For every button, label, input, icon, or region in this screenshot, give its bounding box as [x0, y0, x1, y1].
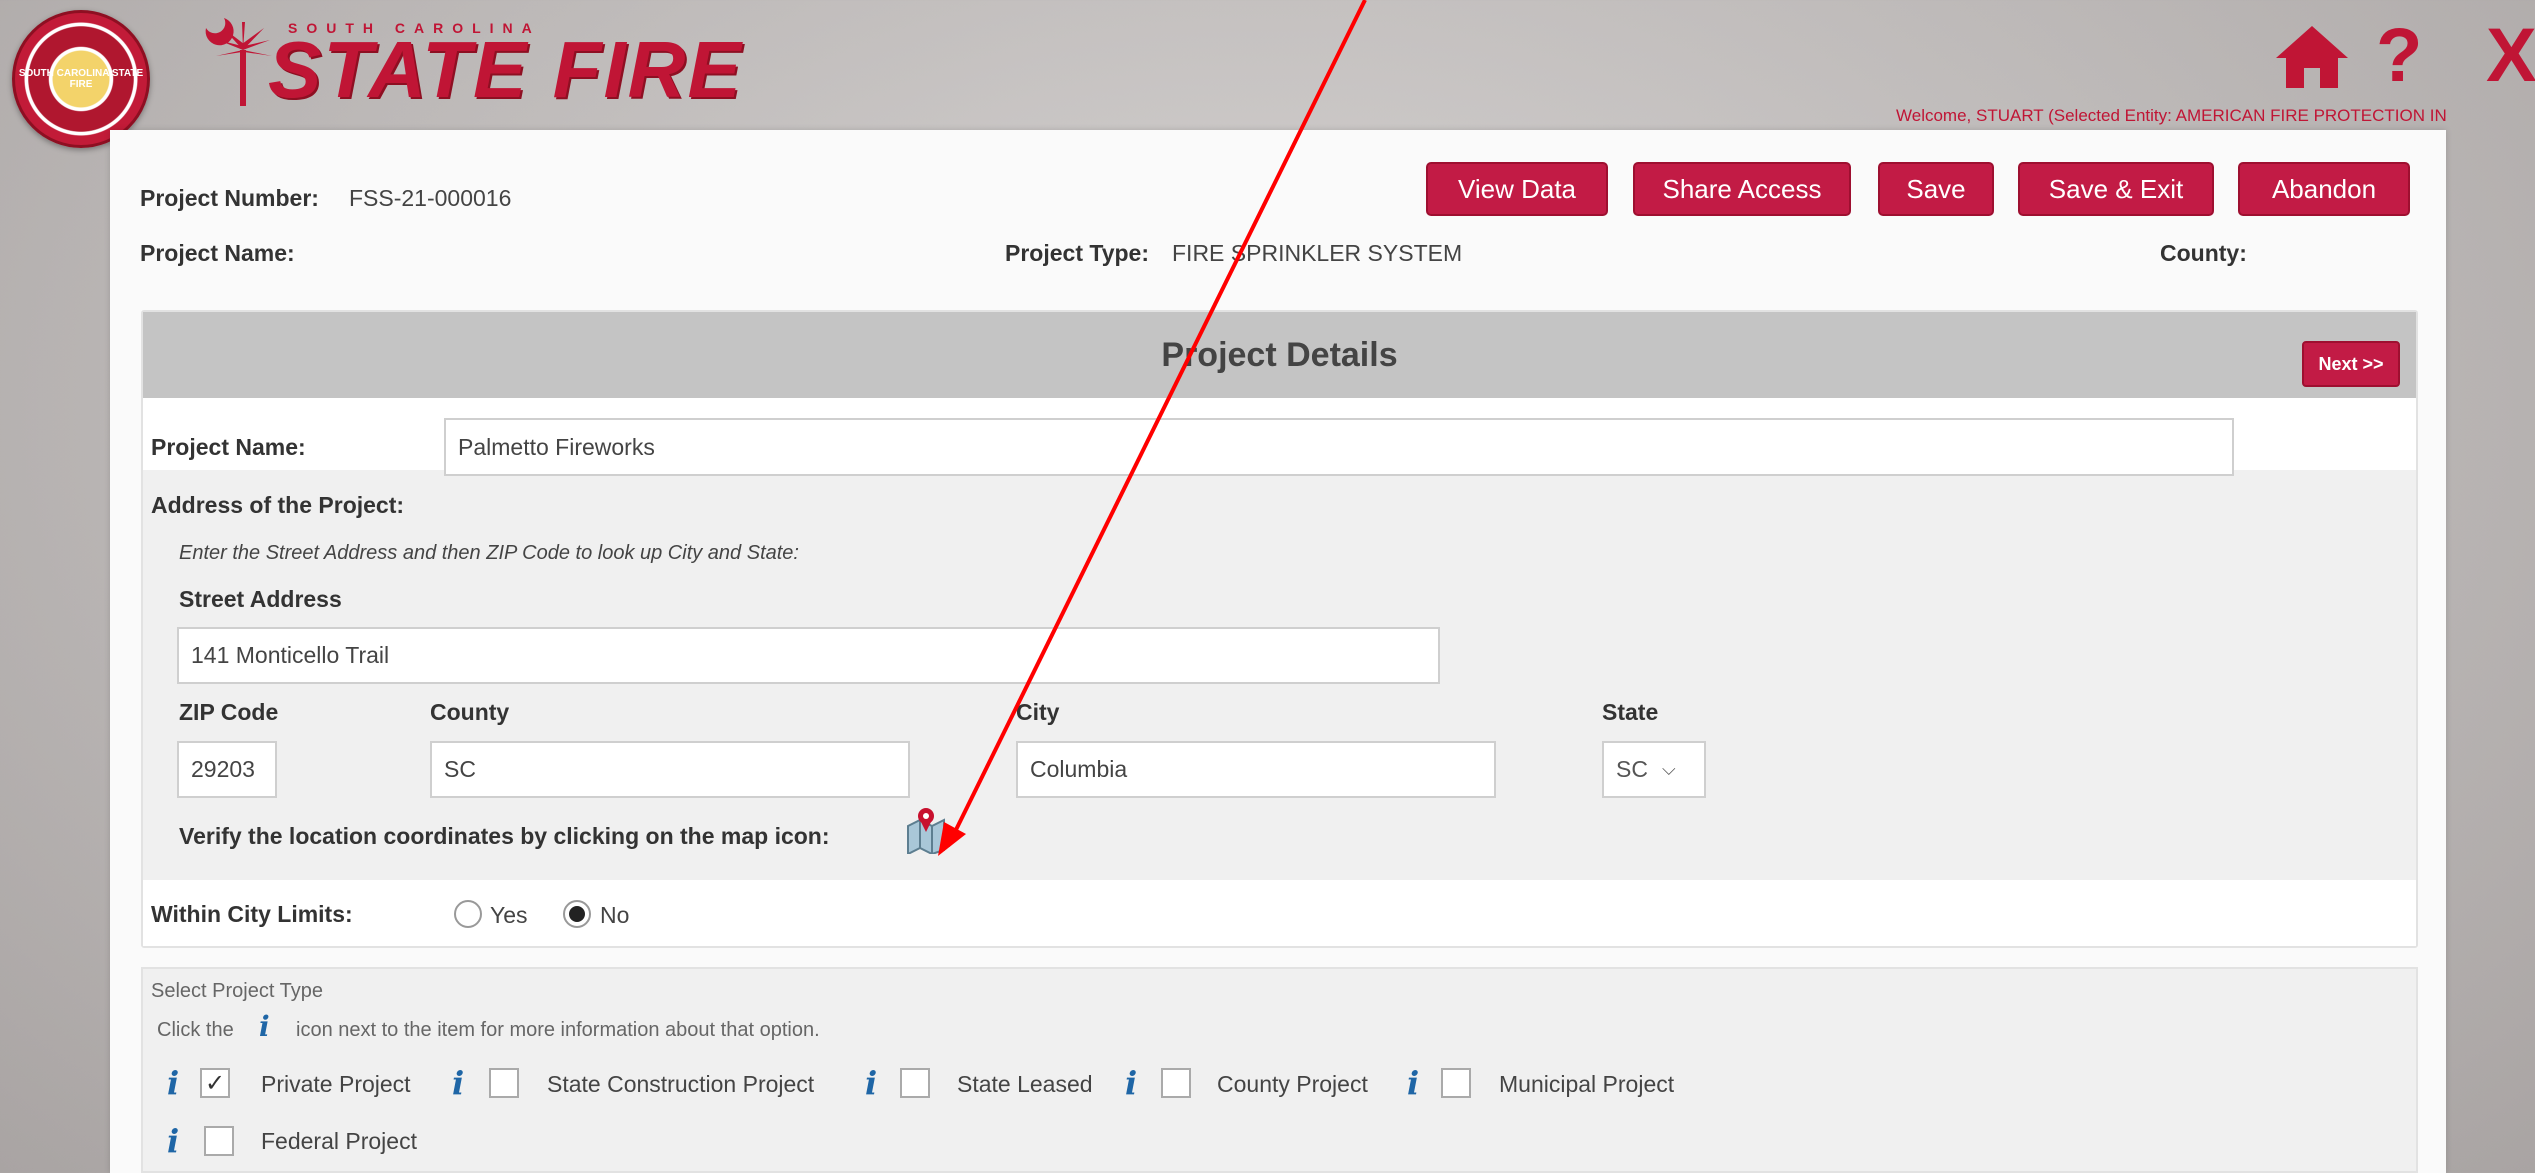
chevron-down-icon: ⌵	[1661, 759, 1676, 779]
private-project-checkbox[interactable]: ✓	[200, 1068, 230, 1098]
project-details-title: Project Details	[1161, 335, 1398, 374]
welcome-text: Welcome, STUART (Selected Entity: AMERIC…	[1896, 106, 2447, 125]
project-type-hint-post: icon next to the item for more informati…	[296, 1019, 820, 1041]
city-limits-yes-radio[interactable]	[454, 900, 482, 928]
private-project-label: Private Project	[261, 1071, 411, 1097]
project-name-input[interactable]: Palmetto Fireworks	[444, 418, 2234, 476]
project-number-value: FSS-21-000016	[349, 185, 512, 211]
info-icon[interactable]: i	[1125, 1064, 1137, 1102]
city-input[interactable]: Columbia	[1016, 741, 1496, 798]
project-name-summary-label: Project Name:	[140, 240, 295, 266]
city-label: City	[1016, 699, 1060, 725]
logo-title: STATE FIRE	[268, 25, 743, 114]
city-limits-yes-label: Yes	[490, 902, 528, 928]
state-fire-seal: SOUTH CAROLINA STATE FIRE	[12, 10, 150, 148]
address-hint: Enter the Street Address and then ZIP Co…	[179, 542, 799, 564]
close-icon[interactable]: X	[2486, 18, 2535, 94]
help-icon[interactable]: ?	[2376, 18, 2422, 94]
seal-text: SOUTH CAROLINA STATE FIRE	[18, 68, 144, 90]
info-icon: i	[259, 1010, 270, 1043]
municipal-project-checkbox[interactable]	[1441, 1068, 1471, 1098]
federal-project-checkbox[interactable]	[204, 1126, 234, 1156]
city-limits-label: Within City Limits:	[151, 901, 353, 927]
state-leased-checkbox[interactable]	[900, 1068, 930, 1098]
county-label: County	[430, 699, 510, 725]
palmetto-moon-logo	[205, 18, 272, 106]
map-pin-icon[interactable]	[904, 806, 948, 854]
info-icon[interactable]: i	[167, 1064, 179, 1102]
address-label: Address of the Project:	[151, 492, 405, 518]
state-leased-label: State Leased	[957, 1071, 1093, 1097]
info-icon[interactable]: i	[452, 1064, 464, 1102]
state-select-value: SC	[1616, 756, 1648, 782]
view-data-button[interactable]: View Data	[1426, 162, 1608, 216]
project-type-value: FIRE SPRINKLER SYSTEM	[1172, 240, 1463, 266]
federal-project-label: Federal Project	[261, 1128, 417, 1154]
project-type-card	[141, 967, 2418, 1173]
project-type-label: Project Type:	[1005, 240, 1149, 266]
info-icon[interactable]: i	[167, 1122, 179, 1160]
municipal-project-label: Municipal Project	[1499, 1071, 1675, 1097]
info-icon[interactable]: i	[1407, 1064, 1419, 1102]
zip-label: ZIP Code	[179, 699, 279, 725]
state-select[interactable]: SC ⌵	[1602, 741, 1706, 798]
save-exit-button[interactable]: Save & Exit	[2018, 162, 2214, 216]
state-label: State	[1602, 699, 1659, 725]
next-button[interactable]: Next >>	[2302, 341, 2400, 387]
city-limits-no-radio[interactable]	[563, 900, 591, 928]
project-number-label: Project Number:	[140, 185, 319, 211]
save-button[interactable]: Save	[1878, 162, 1994, 216]
street-address-label: Street Address	[179, 586, 342, 612]
street-address-input[interactable]: 141 Monticello Trail	[177, 627, 1440, 684]
home-icon[interactable]	[2272, 22, 2352, 92]
project-name-label: Project Name:	[151, 434, 306, 460]
city-limits-no-label: No	[600, 902, 630, 928]
county-summary-label: County:	[2160, 240, 2247, 266]
info-icon[interactable]: i	[865, 1064, 877, 1102]
project-type-title: Select Project Type	[151, 980, 323, 1002]
verify-coordinates-text: Verify the location coordinates by click…	[179, 823, 830, 849]
project-details-header: Project Details	[143, 312, 2416, 398]
county-project-checkbox[interactable]	[1161, 1068, 1191, 1098]
zip-input[interactable]: 29203	[177, 741, 277, 798]
share-access-button[interactable]: Share Access	[1633, 162, 1851, 216]
city-limits-row	[143, 880, 2416, 946]
project-type-hint-pre: Click the	[157, 1019, 234, 1041]
county-project-label: County Project	[1217, 1071, 1368, 1097]
county-input[interactable]: SC	[430, 741, 910, 798]
abandon-button[interactable]: Abandon	[2238, 162, 2410, 216]
state-construction-label: State Construction Project	[547, 1071, 815, 1097]
state-construction-checkbox[interactable]	[489, 1068, 519, 1098]
